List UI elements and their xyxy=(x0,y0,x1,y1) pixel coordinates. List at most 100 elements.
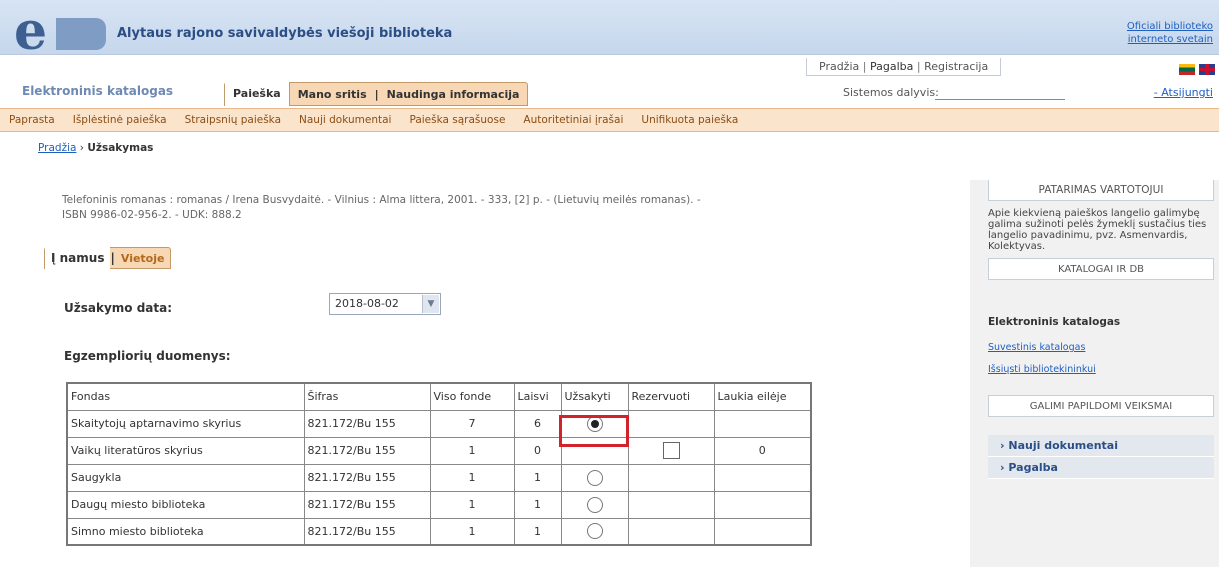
tab-on-site[interactable]: Vietoje xyxy=(115,252,171,265)
cell-fondas: Saugykla xyxy=(66,463,305,492)
top-links: Pradžia | Pagalba | Registracija xyxy=(806,58,1002,76)
chevron-down-icon[interactable]: ▼ xyxy=(422,295,439,313)
official-link-line2[interactable]: interneto svetain xyxy=(1127,33,1213,46)
items-label: Egzempliorių duomenys: xyxy=(64,349,231,363)
cell-uzsakyti xyxy=(560,490,629,519)
header-uzsakyti: Užsakyti xyxy=(560,382,629,411)
subnav-unified[interactable]: Unifikuota paieška xyxy=(632,114,747,126)
cell-laisvi: 1 xyxy=(513,463,562,492)
sidebar-action-new-docs[interactable]: › Nauji dokumentai xyxy=(988,435,1214,457)
sidebar-action-help[interactable]: › Pagalba xyxy=(988,457,1214,479)
cell-laukia xyxy=(713,463,812,492)
table-header-row: Fondas Šifras Viso fonde Laisvi Užsakyti… xyxy=(66,382,812,411)
advice-title: PATARIMAS VARTOTOJUI xyxy=(988,180,1214,201)
cell-laukia: 0 xyxy=(713,436,812,465)
logo-letter: e xyxy=(14,1,48,62)
tab-home-delivery[interactable]: Į namus xyxy=(45,247,111,269)
subnav-articles[interactable]: Straipsnių paieška xyxy=(176,114,290,126)
subnav-advanced[interactable]: Išplėstinė paieška xyxy=(64,114,176,126)
header-rezervuoti: Rezervuoti xyxy=(627,382,715,411)
table-row: Skaitytojų aptarnavimo skyrius 821.172/B… xyxy=(66,409,812,438)
cell-uzsakyti xyxy=(560,517,629,546)
record-line2: ISBN 9986-02-956-2. - UDK: 888.2 xyxy=(62,209,242,221)
header-viso: Viso fonde xyxy=(429,382,515,411)
record-line1: Telefoninis romanas : romanas / Irena Bu… xyxy=(62,194,701,206)
items-table: Fondas Šifras Viso fonde Laisvi Užsakyti… xyxy=(66,382,812,546)
catalogs-title: KATALOGAI IR DB xyxy=(988,258,1214,280)
breadcrumb-current: Užsakymas xyxy=(87,142,154,154)
cell-rezervuoti xyxy=(627,490,715,519)
official-link-line1[interactable]: Oficiali biblioteko xyxy=(1127,20,1213,33)
cell-laisvi: 1 xyxy=(513,517,562,546)
cell-laisvi: 0 xyxy=(513,436,562,465)
cell-laisvi: 1 xyxy=(513,490,562,519)
cell-rezervuoti xyxy=(627,517,715,546)
site-title: Alytaus rajono savivaldybės viešoji bibl… xyxy=(117,26,453,41)
breadcrumb: Pradžia › Užsakymas xyxy=(38,142,153,154)
actions-title: GALIMI PAPILDOMI VEIKSMAI xyxy=(988,395,1214,417)
cell-viso: 7 xyxy=(429,409,515,438)
table-row: Daugų miesto biblioteka 821.172/Bu 155 1… xyxy=(66,490,812,519)
cell-laukia xyxy=(713,490,812,519)
subnav-lists[interactable]: Paieška sąrašuose xyxy=(400,114,514,126)
cell-fondas: Simno miesto biblioteka xyxy=(66,517,305,546)
cell-viso: 1 xyxy=(429,436,515,465)
link-help[interactable]: Pagalba xyxy=(870,60,913,73)
search-subnav: Paprasta Išplėstinė paieška Straipsnių p… xyxy=(0,108,1219,132)
sidebar-link-send-librarian[interactable]: Išsiųsti bibliotekininkui xyxy=(988,364,1219,375)
header-sifras: Šifras xyxy=(303,382,431,411)
table-row: Vaikų literatūros skyrius 821.172/Bu 155… xyxy=(66,436,812,465)
link-home[interactable]: Pradžia xyxy=(819,60,859,73)
cell-fondas: Skaitytojų aptarnavimo skyrius xyxy=(66,409,305,438)
cell-laukia xyxy=(713,409,812,438)
sidebar-link-union-catalog[interactable]: Suvestinis katalogas xyxy=(988,342,1219,353)
reserve-checkbox[interactable] xyxy=(662,442,680,459)
order-date-value: 2018-08-02 xyxy=(335,297,399,310)
link-register[interactable]: Registracija xyxy=(924,60,988,73)
lithuanian-flag-icon[interactable] xyxy=(1179,63,1195,75)
subnav-new-docs[interactable]: Nauji dokumentai xyxy=(290,114,400,126)
subnav-authority[interactable]: Autoritetiniai įrašai xyxy=(514,114,632,126)
cell-laisvi: 6 xyxy=(513,409,562,438)
breadcrumb-separator: › xyxy=(79,142,84,154)
cell-viso: 1 xyxy=(429,517,515,546)
cell-rezervuoti xyxy=(627,409,715,438)
top-banner: e Alytaus rajono savivaldybės viešoji bi… xyxy=(0,0,1219,62)
order-radio[interactable] xyxy=(586,496,603,513)
cell-sifras: 821.172/Bu 155 xyxy=(303,490,431,519)
english-flag-icon[interactable] xyxy=(1199,63,1215,75)
official-site-link[interactable]: Oficiali biblioteko interneto svetain xyxy=(1127,20,1213,46)
tab-search[interactable]: Paieška xyxy=(225,82,290,106)
order-date-label: Užsakymo data: xyxy=(64,301,173,315)
cell-fondas: Vaikų literatūros skyrius xyxy=(66,436,305,465)
selection-highlight-box xyxy=(559,415,629,447)
table-row: Simno miesto biblioteka 821.172/Bu 155 1… xyxy=(66,517,812,546)
delivery-tabs: Į namus | Vietoje xyxy=(44,247,172,269)
participant-field xyxy=(935,99,1065,100)
header-fondas: Fondas xyxy=(66,382,305,411)
header-laukia: Laukia eilėje xyxy=(713,382,812,411)
table-row: Saugykla 821.172/Bu 155 1 1 xyxy=(66,463,812,492)
tab-my-area[interactable]: Mano sritis xyxy=(290,88,375,101)
cell-viso: 1 xyxy=(429,463,515,492)
cell-sifras: 821.172/Bu 155 xyxy=(303,409,431,438)
order-radio[interactable] xyxy=(586,469,603,486)
catalog-name[interactable]: Elektroninis katalogas xyxy=(22,84,173,98)
cell-viso: 1 xyxy=(429,490,515,519)
right-sidebar: PATARIMAS VARTOTOJUI Apie kiekvieną paie… xyxy=(970,180,1219,567)
logo-shape xyxy=(56,18,106,50)
cell-uzsakyti xyxy=(560,463,629,492)
cell-fondas: Daugų miesto biblioteka xyxy=(66,490,305,519)
language-switcher xyxy=(1175,62,1215,75)
tab-useful-info[interactable]: Naudinga informacija xyxy=(379,88,528,101)
order-radio[interactable] xyxy=(586,523,603,540)
participant-label: Sistemos dalyvis: xyxy=(843,86,939,99)
cell-sifras: 821.172/Bu 155 xyxy=(303,517,431,546)
advice-text: Apie kiekvieną paieškos langelio galimyb… xyxy=(988,208,1207,252)
breadcrumb-home[interactable]: Pradžia xyxy=(38,142,76,154)
cell-rezervuoti xyxy=(627,463,715,492)
library-logo[interactable]: e xyxy=(14,1,106,62)
subnav-simple[interactable]: Paprasta xyxy=(0,114,64,126)
order-date-select[interactable]: 2018-08-02 ▼ xyxy=(329,293,441,315)
logout-link[interactable]: - Atsijungti xyxy=(1154,86,1213,99)
